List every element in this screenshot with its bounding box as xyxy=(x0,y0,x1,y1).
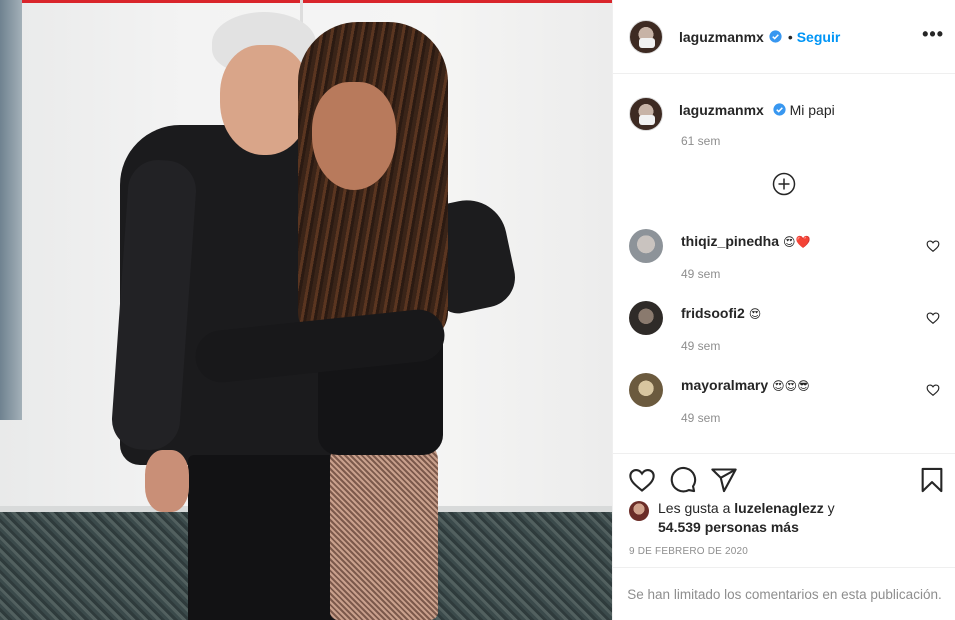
liker-avatar[interactable] xyxy=(629,501,649,521)
comments-limited-notice: Se han limitado los comentarios en esta … xyxy=(613,567,955,620)
action-bar xyxy=(613,453,955,505)
likes-conjunction: y xyxy=(827,500,835,516)
man-legs xyxy=(188,455,338,620)
likes-prefix: Les gusta a xyxy=(658,500,731,516)
comment-timestamp[interactable]: 49 sem xyxy=(681,267,720,281)
comment-username-text[interactable]: mayoralmary xyxy=(681,377,768,393)
caption-timestamp[interactable]: 61 sem xyxy=(681,134,720,148)
post-date[interactable]: 9 DE FEBRERO DE 2020 xyxy=(629,546,748,557)
likes-summary: Les gusta a luzelenaglezz y 54.539 perso… xyxy=(629,499,949,537)
caption-text-row: laguzmanmx Mi papi xyxy=(679,97,835,131)
save-icon[interactable] xyxy=(918,466,946,494)
comment-emoji: 😍 xyxy=(748,307,762,321)
commenter-avatar[interactable] xyxy=(629,373,663,407)
heart-icon[interactable] xyxy=(628,466,656,494)
author-avatar[interactable] xyxy=(629,19,663,54)
comment-username[interactable]: mayoralmary 😍😍😎 xyxy=(681,377,810,393)
comment-timestamp[interactable]: 49 sem xyxy=(681,411,720,425)
follow-button[interactable]: Seguir xyxy=(797,29,841,45)
verified-icon xyxy=(773,103,786,116)
comment-username-text[interactable]: fridsoofi2 xyxy=(681,305,745,321)
more-options-icon[interactable]: ••• xyxy=(922,25,944,43)
woman-face xyxy=(312,82,396,190)
likes-line-2[interactable]: 54.539 personas más xyxy=(629,518,949,537)
comment-item: mayoralmary 😍😍😎 49 sem xyxy=(629,373,954,433)
post-side-panel: laguzmanmx • Seguir ••• laguzmanmx Mi pa… xyxy=(612,0,955,620)
man-face xyxy=(220,45,310,155)
woman-legs xyxy=(330,440,438,620)
caption-username[interactable]: laguzmanmx xyxy=(679,102,764,118)
post-caption: laguzmanmx Mi papi xyxy=(629,97,949,131)
author-username[interactable]: laguzmanmx xyxy=(679,29,764,45)
likes-count[interactable]: 54.539 xyxy=(658,519,701,535)
comment-username-text[interactable]: thiqiz_pinedha xyxy=(681,233,779,249)
caption-avatar[interactable] xyxy=(629,97,663,131)
comment-item: fridsoofi2 😍 49 sem xyxy=(629,301,954,361)
comment-username[interactable]: fridsoofi2 😍 xyxy=(681,305,761,321)
comment-timestamp[interactable]: 49 sem xyxy=(681,339,720,353)
comment-emoji: 😍😍😎 xyxy=(772,379,810,393)
man-hand xyxy=(145,450,189,512)
commenter-avatar[interactable] xyxy=(629,229,663,263)
caption-text: Mi papi xyxy=(789,102,835,118)
instagram-post-view: laguzmanmx • Seguir ••• laguzmanmx Mi pa… xyxy=(0,0,955,620)
photo-top-edge xyxy=(0,0,612,3)
likes-suffix[interactable]: personas más xyxy=(705,519,799,535)
post-header: laguzmanmx • Seguir ••• xyxy=(613,0,955,74)
header-separator: • xyxy=(787,28,793,45)
comment-icon[interactable] xyxy=(669,466,697,494)
commenter-avatar[interactable] xyxy=(629,301,663,335)
post-photo[interactable] xyxy=(0,0,612,620)
photo-wall-left xyxy=(0,0,22,420)
share-icon[interactable] xyxy=(710,466,738,494)
verified-icon xyxy=(769,30,782,43)
comment-emoji: 😍❤️ xyxy=(783,235,811,249)
comment-like-icon[interactable] xyxy=(926,311,940,325)
comment-like-icon[interactable] xyxy=(926,239,940,253)
liker-username[interactable]: luzelenaglezz xyxy=(734,500,823,516)
comment-like-icon[interactable] xyxy=(926,383,940,397)
likes-line-1: Les gusta a luzelenaglezz y xyxy=(629,499,949,518)
comment-item: thiqiz_pinedha 😍❤️ 49 sem xyxy=(629,229,954,289)
load-more-icon[interactable] xyxy=(772,172,796,196)
comment-username[interactable]: thiqiz_pinedha 😍❤️ xyxy=(681,233,810,249)
